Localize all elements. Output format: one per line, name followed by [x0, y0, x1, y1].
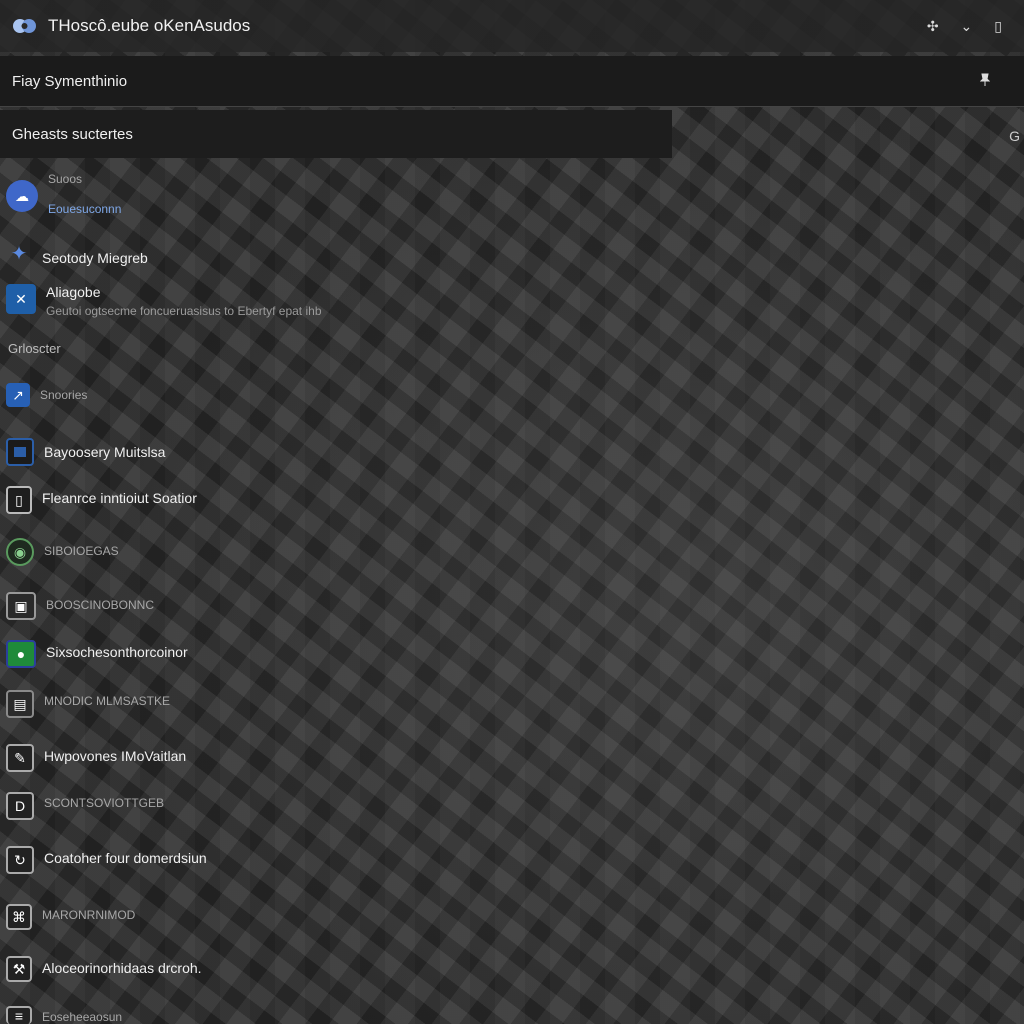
list-item-label: Hwpovones IMoVaitlan [44, 748, 187, 764]
slash-icon: D [6, 792, 34, 820]
list-item-label: SIBOIOEGAS [44, 544, 119, 558]
puzzle-icon: ✦ [10, 242, 28, 265]
layers-icon: ≡ [6, 1006, 32, 1024]
list-item[interactable]: ▣ BOOSCINOBONNC [0, 592, 154, 620]
maximize-icon[interactable]: ▯ [994, 18, 1002, 35]
list-item[interactable]: D SCONTSOVIOTTGEB [0, 792, 164, 820]
list-item-label: Bayoosery Muitslsa [44, 444, 166, 460]
list-item[interactable]: ✦ Seotody Miegreb [0, 240, 148, 267]
list-item[interactable]: Bayoosery Muitslsa [0, 438, 165, 466]
list-item-label: Eoseheeaosun [42, 1010, 123, 1024]
pin-icon[interactable] [979, 73, 991, 90]
list-item[interactable]: ◉ SIBOIOEGAS [0, 538, 119, 566]
list-item[interactable]: ✕ Aliagobe Geutoi ogtsecme foncueruasisu… [0, 284, 322, 318]
list-item[interactable]: ↻ Coatoher four domerdsiun [0, 846, 207, 874]
tool-icon: ⚒ [6, 956, 32, 982]
list-item-label: Snoories [40, 388, 88, 402]
list-item-label: MARONRNIMOD [42, 908, 136, 922]
search-header-label: Gheasts suctertes [12, 125, 133, 143]
list-item[interactable]: ✎ Hwpovones IMoVaitlan [0, 744, 186, 772]
list-item[interactable]: ⌘ MARONRNIMOD [0, 904, 135, 930]
window-icon [6, 438, 34, 466]
list-item-label: Aloceorinorhidaas drcroh. [42, 960, 202, 976]
section-label: Grloscter [8, 341, 61, 356]
list-item-label: MNODIC MLMSASTKE [44, 694, 171, 708]
search-header[interactable]: Gheasts suctertes [0, 110, 672, 158]
list-item[interactable]: ≡ Eoseheeaosun [0, 1006, 122, 1024]
edit-icon: ↻ [6, 846, 34, 874]
toolbar-title: Fiay Symenthinio [12, 72, 128, 90]
list-item-label: BOOSCINOBONNC [46, 598, 155, 612]
app-title: THoscô.eube oKenAsudos [48, 16, 251, 35]
list-item-link[interactable]: Eouesuconnn [48, 202, 121, 216]
folder-icon: ▣ [6, 592, 36, 620]
list-item-label: Sixsochesonthorcoinor [46, 644, 188, 660]
cloud-icon: ☁ [6, 180, 38, 212]
link-icon: ⌘ [6, 904, 32, 930]
list-item[interactable]: ↗ Snoories [0, 383, 87, 407]
app-green-icon: ● [6, 640, 36, 668]
arrow-icon: ↗ [6, 383, 30, 407]
list-item-label: Suoos [48, 172, 83, 186]
vscode-icon: ✕ [6, 284, 36, 314]
list-item-label: Coatoher four domerdsiun [44, 850, 207, 866]
list-item-label: SCONTSOVIOTTGEB [44, 796, 165, 810]
box-icon: ▤ [6, 690, 34, 718]
list-item[interactable]: ● Sixsochesonthorcoinor [0, 640, 188, 668]
list-item[interactable]: ⚒ Aloceorinorhidaas drcroh. [0, 956, 202, 982]
list-item[interactable]: ▯ Fleanrce inntioiut Soatior [0, 486, 197, 514]
app-logo-icon [12, 15, 38, 37]
list-item-label: Aliagobe [46, 284, 101, 300]
list-item[interactable]: ☁ Suoos Eouesuconnn [0, 172, 121, 216]
minimize-icon[interactable]: ⌄ [961, 18, 973, 35]
toolbar: Fiay Symenthinio [0, 56, 1024, 107]
image-icon: ✎ [6, 744, 34, 772]
title-bar: THoscô.eube oKenAsudos ✣ ⌄ ▯ [0, 0, 1024, 52]
list-item[interactable]: ▤ MNODIC MLMSASTKE [0, 690, 170, 718]
settings-icon[interactable]: ✣ [927, 18, 939, 35]
refresh-icon[interactable]: G [1009, 128, 1020, 144]
doc-icon: ▯ [6, 486, 32, 514]
list-item-label: Fleanrce inntioiut Soatior [42, 490, 197, 506]
list-item-label: Seotody Miegreb [42, 250, 148, 266]
list-item-description: Geutoi ogtsecme foncueruasisus to Eberty… [46, 304, 322, 318]
circle-icon: ◉ [6, 538, 34, 566]
